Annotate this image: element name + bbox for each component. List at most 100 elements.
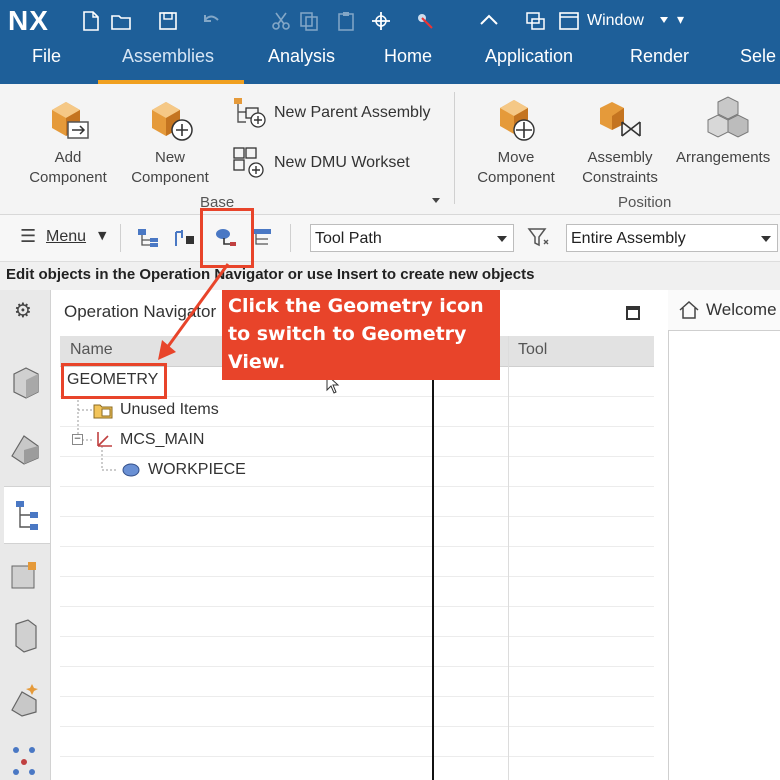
type-filter-dropdown[interactable]: Tool Path <box>310 224 514 252</box>
new-parent-assembly-label: New Parent Assembly <box>274 104 431 121</box>
workpiece-icon <box>122 463 140 477</box>
new-dmu-workset-icon <box>233 147 264 178</box>
part-navigator-icon[interactable] <box>8 364 42 404</box>
new-file-icon[interactable] <box>80 10 102 32</box>
save-icon[interactable] <box>157 10 179 32</box>
chevron-down-icon <box>497 236 507 242</box>
machine-tool-view-icon[interactable] <box>172 226 198 250</box>
tree-node-unused-items[interactable]: Unused Items <box>120 401 219 419</box>
undo-icon[interactable] <box>200 10 222 32</box>
assembly-navigator-icon[interactable] <box>8 428 42 468</box>
process-navigator-icon[interactable] <box>8 740 42 780</box>
welcome-tab-label: Welcome <box>706 300 777 319</box>
tree-node-workpiece[interactable]: WORKPIECE <box>148 461 246 479</box>
base-group-more-icon[interactable] <box>432 198 440 203</box>
column-divider[interactable] <box>432 366 434 780</box>
open-folder-icon[interactable] <box>110 10 132 32</box>
tab-assemblies[interactable]: Assemblies <box>122 46 214 84</box>
collapse-toggle-icon[interactable]: − <box>72 434 83 445</box>
add-component-button[interactable]: Add Component <box>20 92 116 192</box>
arrangements-label: Arrangements <box>676 149 771 166</box>
settings-gear-icon[interactable]: ⚙ <box>14 298 32 322</box>
move-component-icon <box>500 100 535 141</box>
window-layout-icon[interactable] <box>524 10 546 32</box>
window-menu[interactable]: Window <box>587 12 644 30</box>
geometry-icon-highlight <box>200 208 254 268</box>
cut-icon[interactable] <box>270 10 292 32</box>
table-row <box>60 576 654 607</box>
table-row <box>60 546 654 577</box>
new-parent-assembly-button[interactable]: New Parent Assembly <box>232 96 448 130</box>
tab-application[interactable]: Application <box>485 46 573 84</box>
assembly-constraints-button[interactable]: Assembly Constraints <box>572 92 668 192</box>
type-filter-value: Tool Path <box>315 230 382 247</box>
mcs-icon <box>97 432 112 447</box>
selection-filter-icon[interactable] <box>414 10 436 32</box>
welcome-tab[interactable]: Welcome <box>668 290 780 331</box>
program-order-view-icon[interactable] <box>136 226 162 250</box>
assembly-constraints-label-2: Constraints <box>582 169 658 186</box>
column-header-name[interactable]: Name <box>70 341 113 359</box>
arrangements-button[interactable]: Arrangements <box>676 92 780 192</box>
graphics-window <box>668 290 780 780</box>
machine-tool-navigator-icon[interactable] <box>8 556 42 596</box>
tab-selection[interactable]: Sele <box>740 46 776 84</box>
chevron-down-icon[interactable] <box>660 17 668 23</box>
status-prompt: Edit objects in the Operation Navigator … <box>0 262 780 290</box>
add-component-label-2: Component <box>29 169 107 186</box>
new-dmu-workset-label: New DMU Workset <box>274 154 410 171</box>
arrangements-icon <box>707 96 749 138</box>
ribbon-separator <box>454 92 455 204</box>
menu-button[interactable]: Menu <box>46 228 86 246</box>
maximize-icon[interactable] <box>626 306 640 320</box>
move-component-label-2: Component <box>477 169 555 186</box>
table-row <box>60 636 654 667</box>
new-component-label-2: Component <box>131 169 209 186</box>
paste-icon[interactable] <box>335 10 357 32</box>
tab-file[interactable]: File <box>32 46 61 84</box>
tab-analysis[interactable]: Analysis <box>268 46 335 84</box>
new-dmu-workset-button[interactable]: New DMU Workset <box>232 146 448 180</box>
add-component-icon <box>52 102 89 139</box>
move-component-button[interactable]: Move Component <box>468 92 564 192</box>
copy-icon[interactable] <box>298 10 320 32</box>
hamburger-icon[interactable]: ☰ <box>20 226 36 247</box>
new-component-label-1: New <box>154 149 185 166</box>
table-row <box>60 516 654 547</box>
library-icon[interactable] <box>8 616 42 656</box>
move-component-label-1: Move <box>497 149 535 166</box>
new-component-icon <box>152 102 193 141</box>
tab-home[interactable]: Home <box>384 46 432 84</box>
folder-icon <box>93 404 113 419</box>
table-row <box>60 606 654 637</box>
toolbar-separator <box>120 224 121 252</box>
menu-tabs-bar: File Assemblies Analysis Home Applicatio… <box>0 46 780 84</box>
assembly-constraints-icon <box>600 102 641 137</box>
scope-filter-dropdown[interactable]: Entire Assembly <box>566 224 778 252</box>
move-tool-icon[interactable] <box>370 10 392 32</box>
operation-navigator-icon <box>16 501 38 530</box>
new-component-button[interactable]: New Component <box>122 92 218 192</box>
table-row <box>60 696 654 727</box>
column-header-tool[interactable]: Tool <box>518 341 547 359</box>
snap-icon[interactable] <box>478 10 500 32</box>
column-divider[interactable] <box>508 336 509 780</box>
window-icon[interactable] <box>558 10 580 32</box>
toolbar-separator <box>290 224 291 252</box>
operation-navigator-tab[interactable] <box>4 486 50 544</box>
table-row <box>60 486 654 517</box>
customize-icon[interactable]: ▾ <box>677 12 684 28</box>
assembly-constraints-label-1: Assembly <box>587 149 653 166</box>
new-parent-assembly-icon <box>234 98 266 128</box>
scope-filter-value: Entire Assembly <box>571 230 686 247</box>
table-row <box>60 666 654 697</box>
table-row <box>60 726 654 757</box>
filter-icon[interactable] <box>526 226 552 250</box>
position-group-label: Position <box>618 194 672 211</box>
tree-node-mcs-main[interactable]: MCS_MAIN <box>120 431 204 449</box>
home-icon <box>679 300 699 319</box>
feature-navigator-icon[interactable] <box>8 680 42 720</box>
add-component-label-1: Add <box>54 149 82 166</box>
tab-render[interactable]: Render <box>630 46 689 84</box>
menu-chevron-icon[interactable]: ▼ <box>98 229 106 242</box>
